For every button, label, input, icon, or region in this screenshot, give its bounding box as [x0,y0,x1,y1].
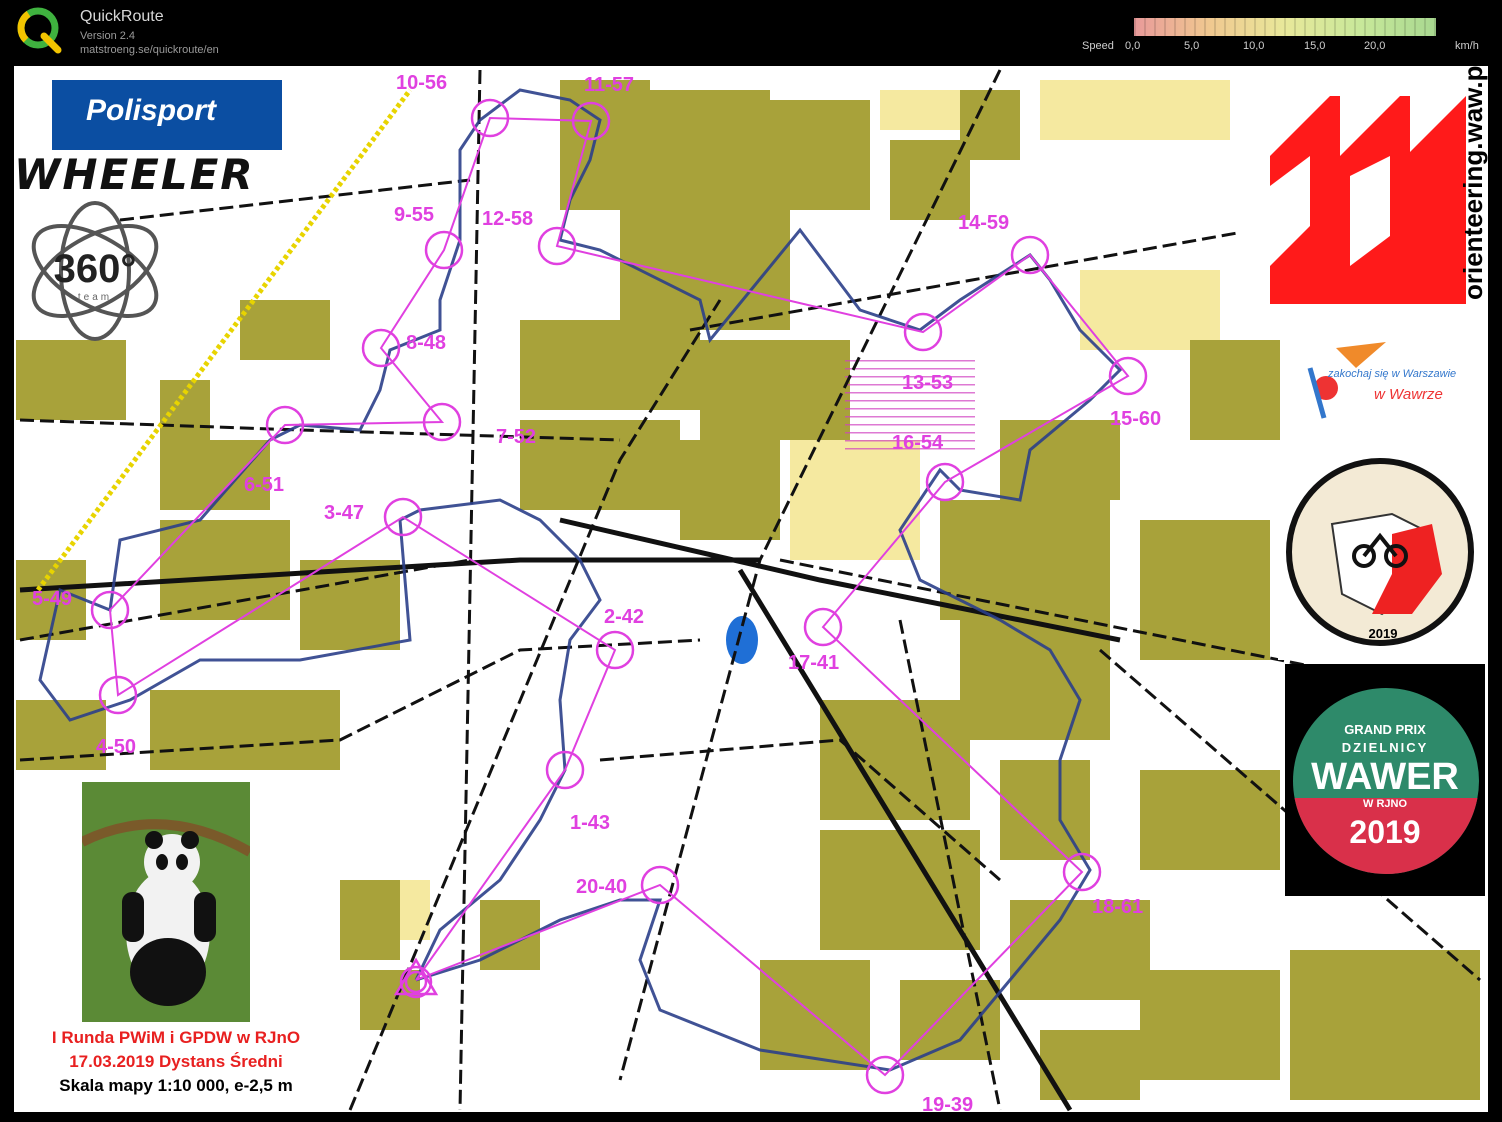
speed-tick: 5,0 [1184,40,1200,52]
orienteering-flag-icon [1270,96,1466,304]
panda-photo [82,782,250,1022]
control-label: 6-51 [244,474,285,496]
puchar-badge [1286,458,1474,646]
control-label: 17-41 [788,652,840,674]
control-label: 5-49 [32,588,73,610]
control-label: 9-55 [394,204,435,226]
team360-logo-icon: 360° team [31,201,159,341]
orienteering-waw-logo [1238,78,1488,322]
speed-label: Speed [1082,40,1114,52]
event-caption: I Runda PWiM i GPDW w RJnO 17.03.2019 Dy… [14,778,338,1112]
polisport-text: Polisport [86,94,217,127]
speed-unit: km/h [1455,40,1479,52]
wheeler-logo: WHEELER [14,150,255,199]
quickroute-logo-icon [17,7,62,54]
control-label: 16-54 [892,432,944,454]
control-label: 1-43 [570,812,611,834]
control-label: 14-59 [958,212,1010,234]
caption-line2: 17.03.2019 Dystans Średni [69,1052,283,1071]
panda-icon [82,782,250,1022]
control-label: 7-52 [496,426,537,448]
wawrze-logo: zakochaj się w Warszawie w Wawrze [1296,328,1466,446]
speed-tick: 10,0 [1243,40,1265,52]
app-version: Version 2.4 [80,30,136,42]
grand-prix-wawer-logo: GRAND PRIX DZIELNICY WAWER W RJNO 2019 [1285,664,1485,896]
speed-tick: 0,0 [1125,40,1141,52]
wawrze-small-text: zakochaj się w Warszawie [1328,368,1457,380]
control-label: 2-42 [604,606,645,628]
speed-tick: 15,0 [1304,40,1326,52]
speed-tick: 20,0 [1364,40,1386,52]
gp-wawer: WAWER [1311,756,1459,798]
caption-line3: Skala mapy 1:10 000, e-2,5 m [59,1076,293,1095]
bike-rider-icon [1330,512,1442,616]
control-label: 20-40 [576,876,628,898]
orienteering-url: orienteering.waw.pl [1458,58,1488,300]
control-label: 11-57 [584,74,635,96]
control-label: 4-50 [96,736,137,758]
app-title: QuickRoute [80,8,164,25]
puchar-year: 2019 [1368,626,1398,641]
puchar-logo: 2019 [1278,450,1488,660]
app-url[interactable]: matstroeng.se/quickroute/en [80,44,219,56]
control-label: 12-58 [482,208,534,230]
gp-line1: GRAND PRIX [1344,722,1426,737]
control-label: 13-53 [902,372,954,394]
control-label: 18-61 [1092,896,1144,918]
app-header: QuickRoute Version 2.4 matstroeng.se/qui… [0,0,1502,66]
caption-line1: I Runda PWiM i GPDW w RJnO [51,1028,301,1047]
control-label: 19-39 [922,1094,974,1112]
polisport-logo: Polisport [52,80,282,150]
wawrze-text: w Wawrze [1374,386,1443,403]
control-label: 10-56 [396,72,448,94]
team360-sub: team [78,292,112,303]
speed-color-scale [1134,18,1436,36]
control-label: 3-47 [324,502,365,524]
control-label: 15-60 [1110,408,1162,430]
gp-line2: DZIELNICY [1341,740,1429,755]
gp-rjno: W RJNO [1363,798,1407,810]
team360-text: 360° [54,247,137,291]
control-label: 8-48 [406,332,447,354]
gp-year: 2019 [1349,814,1421,850]
